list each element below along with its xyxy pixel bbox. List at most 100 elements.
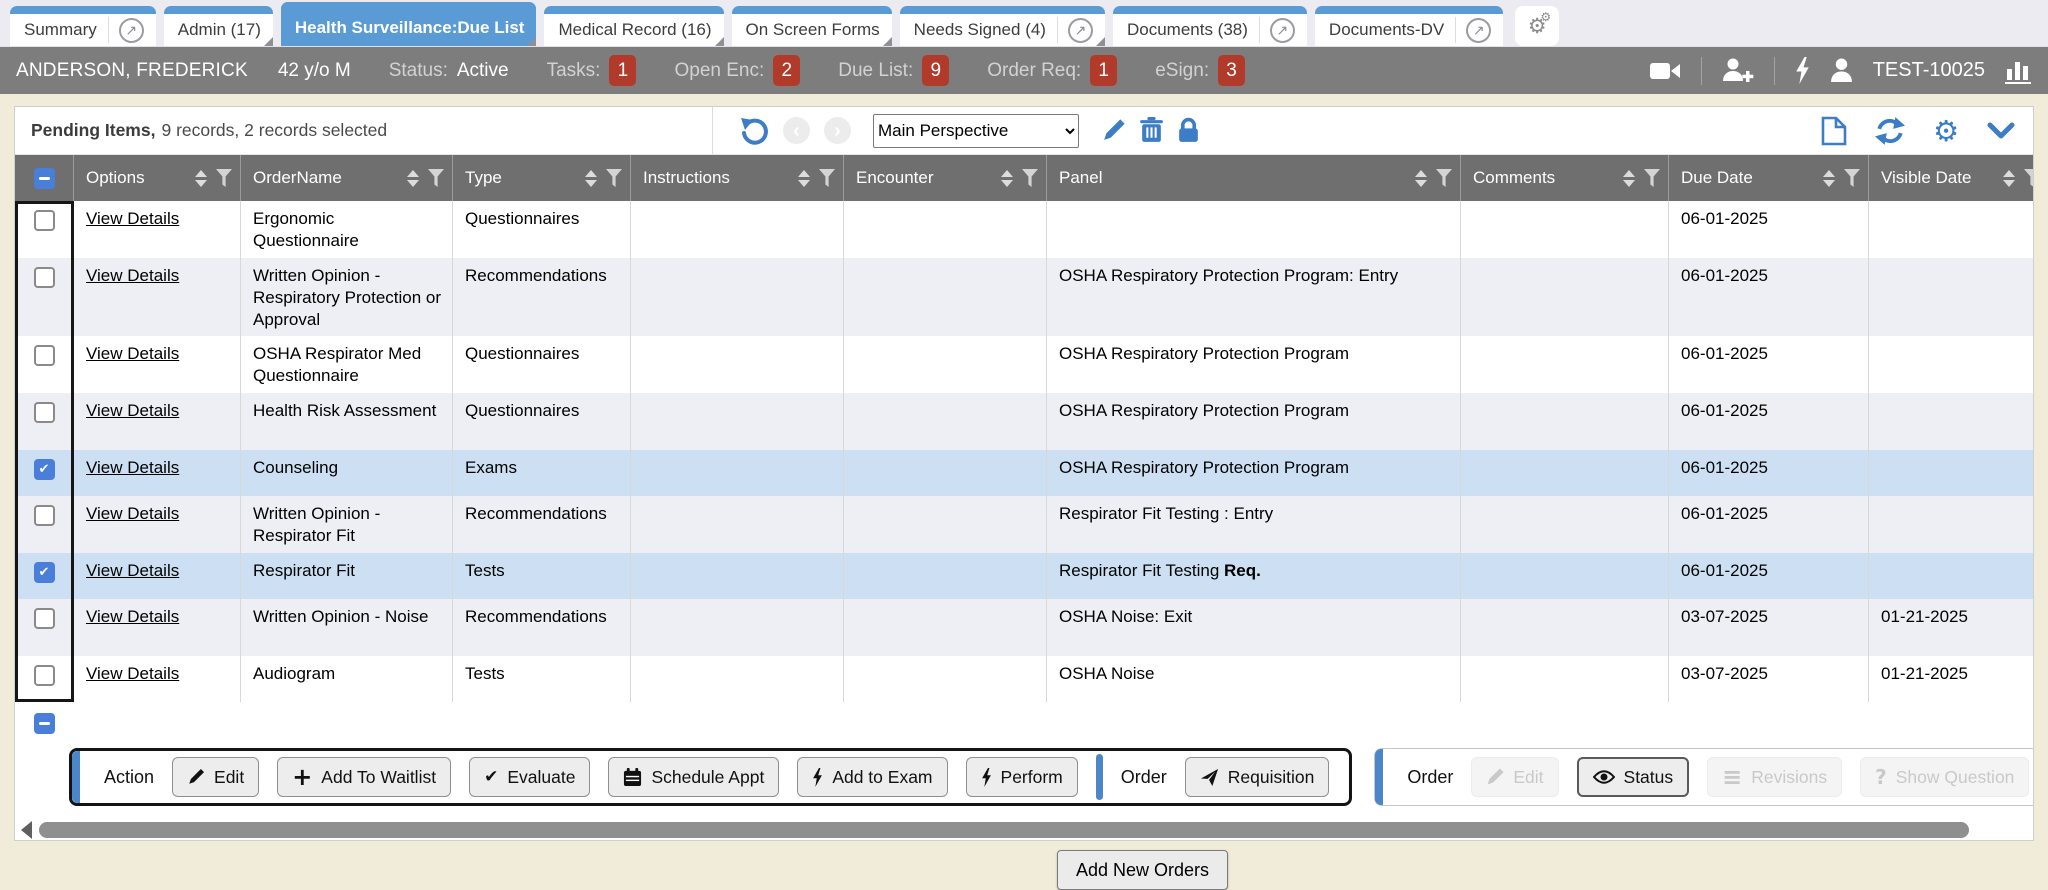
open-new-window-icon[interactable]: ↗ [1466,18,1491,43]
sort-icon[interactable] [1001,170,1013,187]
video-camera-icon[interactable] [1650,61,1681,81]
column-header-panel[interactable]: Panel [1047,155,1461,201]
add-person-icon[interactable] [1722,58,1754,83]
esign-counter[interactable]: eSign: 3 [1155,55,1245,86]
sort-icon[interactable] [407,170,419,187]
bottom-select-all-checkbox[interactable] [34,713,55,734]
add-to-waitlist-button[interactable]: + Add To Waitlist [277,757,451,797]
requisition-button[interactable]: Requisition [1185,757,1330,797]
select-all-checkbox[interactable] [34,168,55,189]
lock-icon[interactable] [1177,117,1200,144]
evaluate-button[interactable]: ✔ Evaluate [469,757,590,797]
tab-documents-dv[interactable]: Documents-DV ↗ [1315,6,1503,46]
column-header-type[interactable]: Type [453,155,631,201]
view-details-link[interactable]: View Details [86,607,179,626]
sort-icon[interactable] [195,170,207,187]
open-enc-counter[interactable]: Open Enc: 2 [674,55,800,86]
new-document-icon[interactable] [1821,116,1847,146]
lightning-icon[interactable] [1795,57,1810,84]
settings-gear-icon[interactable]: ⚙ [1933,114,1959,148]
due-list-counter[interactable]: Due List: 9 [838,55,949,86]
tab-medical-record[interactable]: Medical Record (16) [544,6,723,46]
view-details-link[interactable]: View Details [86,664,179,683]
sort-icon[interactable] [1415,170,1427,187]
add-to-exam-button[interactable]: Add to Exam [797,757,947,797]
sort-icon[interactable] [2003,170,2015,187]
row-checkbox[interactable]: ✔ [34,459,55,480]
previous-record-icon: ‹ [783,117,810,144]
view-details-link[interactable]: View Details [86,561,179,580]
status-button[interactable]: Status [1577,757,1690,797]
tab-admin[interactable]: Admin (17) [164,6,273,46]
row-checkbox[interactable] [34,608,55,629]
column-header-visible-date[interactable]: Visible Date [1869,155,2034,201]
row-checkbox[interactable] [34,505,55,526]
view-details-link[interactable]: View Details [86,504,179,523]
filter-icon[interactable] [606,169,622,187]
column-header-options[interactable]: Options [74,155,241,201]
undo-icon[interactable] [739,116,769,146]
tasks-counter[interactable]: Tasks: 1 [547,55,637,86]
column-header-comments[interactable]: Comments [1461,155,1669,201]
sort-icon[interactable] [1823,170,1835,187]
collapse-chevron-icon[interactable] [1987,122,2015,140]
view-details-link[interactable]: View Details [86,401,179,420]
cell-type: Recommendations [453,599,631,656]
bar-chart-icon[interactable] [2005,57,2032,84]
filter-icon[interactable] [216,169,232,187]
open-new-window-icon[interactable]: ↗ [1270,18,1295,43]
filter-icon[interactable] [819,169,835,187]
filter-icon[interactable] [2024,169,2034,187]
row-checkbox[interactable] [34,210,55,231]
view-details-link[interactable]: View Details [86,458,179,477]
view-details-link[interactable]: View Details [86,344,179,363]
checkmark-icon: ✔ [484,767,498,787]
tab-settings-button[interactable]: ⚙ ⚙ [1515,6,1559,46]
cell-instructions [631,553,844,599]
perform-button[interactable]: Perform [966,757,1078,797]
filter-icon[interactable] [1844,169,1860,187]
filter-icon[interactable] [1022,169,1038,187]
cell-order-name: Health Risk Assessment [241,393,453,450]
filter-icon[interactable] [1644,169,1660,187]
sort-icon[interactable] [798,170,810,187]
schedule-appt-button[interactable]: Schedule Appt [608,757,779,797]
column-header-due-date[interactable]: Due Date [1669,155,1869,201]
grid-toolbar: Pending Items, 9 records, 2 records sele… [15,107,2033,155]
order-edit-button: Edit [1471,757,1558,797]
row-checkbox[interactable] [34,665,55,686]
view-details-link[interactable]: View Details [86,209,179,228]
open-new-window-icon[interactable]: ↗ [1068,18,1093,43]
row-checkbox[interactable] [34,402,55,423]
edit-perspective-icon[interactable] [1101,118,1126,143]
column-header-ordername[interactable]: OrderName [241,155,453,201]
horizontal-scrollbar-thumb[interactable] [39,822,1969,838]
open-new-window-icon[interactable]: ↗ [119,18,144,43]
view-details-link[interactable]: View Details [86,266,179,285]
due-list-badge: 9 [922,55,949,86]
scroll-left-arrow[interactable] [21,821,32,839]
filter-icon[interactable] [1436,169,1452,187]
row-checkbox[interactable] [34,345,55,366]
tab-documents[interactable]: Documents (38) ↗ [1113,6,1307,46]
row-checkbox[interactable] [34,267,55,288]
cell-comments [1461,450,1669,496]
add-new-orders-button[interactable]: Add New Orders [1057,850,1228,890]
tab-needs-signed[interactable]: Needs Signed (4) ↗ [900,6,1105,46]
order-req-counter[interactable]: Order Req: 1 [987,55,1117,86]
delete-perspective-icon[interactable] [1140,117,1163,144]
hamburger-icon: ≡ [1722,763,1742,791]
tab-health-surveillance-due-list[interactable]: Health Surveillance:Due List [281,2,537,46]
cell-type: Recommendations [453,258,631,336]
row-checkbox[interactable]: ✔ [34,562,55,583]
column-header-instructions[interactable]: Instructions [631,155,844,201]
column-header-encounter[interactable]: Encounter [844,155,1047,201]
tab-summary[interactable]: Summary ↗ [10,6,156,46]
perspective-select[interactable]: Main Perspective [873,114,1079,148]
refresh-icon[interactable] [1875,117,1905,145]
tab-on-screen-forms[interactable]: On Screen Forms [732,6,892,46]
sort-icon[interactable] [1623,170,1635,187]
edit-button[interactable]: Edit [172,757,259,797]
filter-icon[interactable] [428,169,444,187]
sort-icon[interactable] [585,170,597,187]
